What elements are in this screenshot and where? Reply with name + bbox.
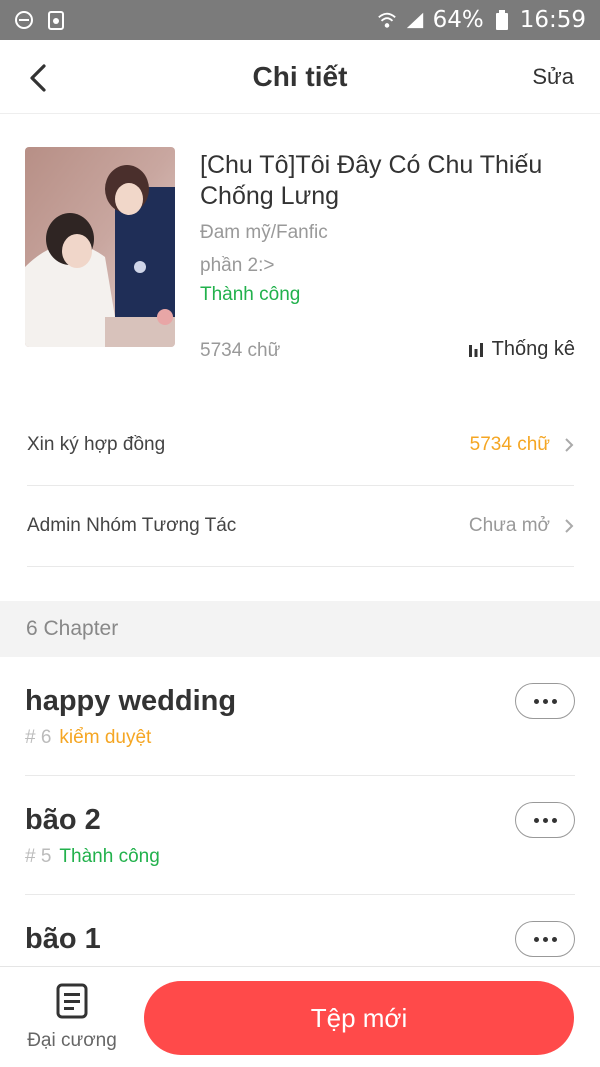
admin-group-value: Chưa mở bbox=[468, 515, 550, 536]
status-bar: 64% 16:59 bbox=[0, 0, 600, 40]
contract-row[interactable]: Xin ký hợp đồng 5734 chữ bbox=[27, 405, 574, 486]
book-part: phần 2:> bbox=[200, 255, 275, 276]
more-options-button[interactable] bbox=[515, 802, 575, 838]
do-not-disturb-icon bbox=[14, 10, 34, 30]
book-info: [Chu Tô]Tôi Đây Có Chu Thiếu Chống Lưng … bbox=[0, 114, 600, 374]
bottom-bar: Đại cương Tệp mới bbox=[0, 966, 600, 1067]
book-status: Thành công bbox=[200, 284, 301, 305]
contract-label: Xin ký hợp đồng bbox=[27, 434, 166, 455]
chapter-number: # 6 bbox=[25, 727, 52, 748]
more-icon bbox=[533, 936, 557, 942]
chapter-title: bão 2 bbox=[25, 804, 101, 836]
chevron-right-icon bbox=[565, 519, 574, 533]
more-options-button[interactable] bbox=[515, 921, 575, 957]
more-icon bbox=[533, 698, 557, 704]
chapter-item[interactable]: happy wedding # 6 kiểm duyệt bbox=[25, 657, 575, 776]
wifi-icon bbox=[377, 10, 397, 30]
book-title: [Chu Tô]Tôi Đây Có Chu Thiếu Chống Lưng bbox=[200, 151, 543, 210]
outline-label: Đại cương bbox=[27, 1030, 117, 1051]
page-title: Chi tiết bbox=[252, 60, 348, 92]
more-options-button[interactable] bbox=[515, 683, 575, 719]
book-word-count: 5734 chữ bbox=[200, 340, 281, 361]
recycle-icon bbox=[46, 10, 66, 30]
admin-group-row[interactable]: Admin Nhóm Tương Tác Chưa mở bbox=[27, 486, 574, 567]
battery-percent: 64% bbox=[432, 7, 484, 33]
new-chapter-button[interactable]: Tệp mới bbox=[144, 981, 574, 1055]
outline-button[interactable]: Đại cương bbox=[22, 983, 122, 1052]
app-header: Chi tiết Sửa bbox=[0, 40, 600, 114]
chapter-count-header: 6 Chapter bbox=[0, 601, 600, 657]
chapter-status: Thành công bbox=[59, 846, 160, 867]
chapter-status: kiểm duyệt bbox=[59, 727, 152, 748]
bar-chart-icon bbox=[468, 342, 483, 357]
book-cover[interactable] bbox=[25, 147, 175, 347]
book-genre: Đam mỹ/Fanfic bbox=[200, 222, 328, 243]
contract-value: 5734 chữ bbox=[469, 434, 550, 455]
chapter-number: # 5 bbox=[25, 846, 52, 867]
chevron-right-icon bbox=[565, 438, 574, 452]
more-icon bbox=[533, 817, 557, 823]
chapter-title: bão 1 bbox=[25, 923, 101, 955]
clock: 16:59 bbox=[519, 7, 586, 33]
admin-group-label: Admin Nhóm Tương Tác bbox=[27, 515, 237, 536]
chapter-title: happy wedding bbox=[25, 685, 237, 717]
signal-icon bbox=[405, 10, 425, 30]
stats-button[interactable]: Thống kê bbox=[468, 338, 575, 361]
document-icon bbox=[56, 983, 88, 1019]
chapter-item[interactable]: bão 2 # 5 Thành công bbox=[25, 776, 575, 895]
edit-button[interactable]: Sửa bbox=[532, 64, 574, 90]
battery-icon bbox=[492, 10, 512, 30]
stats-label: Thống kê bbox=[491, 338, 575, 360]
